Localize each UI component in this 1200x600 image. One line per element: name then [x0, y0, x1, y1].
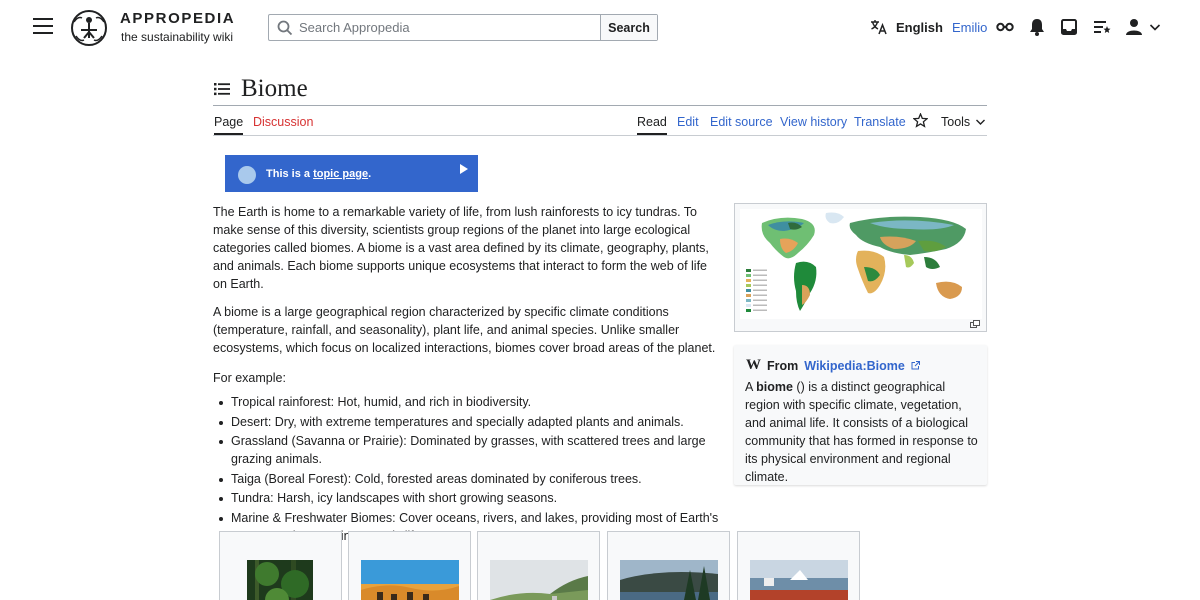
wikipedia-source-heading: W From Wikipedia:Biome: [746, 357, 920, 374]
biome-map-thumbnail: [734, 203, 987, 332]
biome-world-map-image[interactable]: [740, 209, 982, 319]
tab-discussion[interactable]: Discussion: [253, 115, 313, 129]
from-label: From: [767, 358, 799, 373]
username-link[interactable]: Emilio: [952, 20, 987, 35]
wikipedia-excerpt-box: W From Wikipedia:Biome A biome () is a d…: [734, 345, 987, 485]
globe-icon: [238, 166, 256, 184]
page-title: Biome: [241, 75, 308, 102]
list-item: Tropical rainforest: Hot, humid, and ric…: [219, 393, 723, 411]
excerpt-text-rest: () is a distinct geographical region wit…: [745, 380, 978, 484]
rainforest-image[interactable]: [247, 560, 313, 600]
chevron-down-icon[interactable]: [1149, 17, 1161, 37]
tab-edit[interactable]: Edit: [677, 115, 699, 129]
play-icon[interactable]: [460, 164, 468, 174]
bell-icon[interactable]: [1027, 17, 1047, 37]
wikipedia-w-icon: W: [746, 357, 761, 373]
taiga-image[interactable]: [620, 560, 718, 600]
gallery-item-grassland: [477, 531, 600, 600]
search-form: Search: [268, 14, 658, 41]
menu-icon[interactable]: [33, 18, 53, 34]
tools-chevron-down-icon[interactable]: [975, 116, 986, 128]
examples-list: Tropical rainforest: Hot, humid, and ric…: [213, 393, 723, 545]
topic-page-link[interactable]: topic page: [313, 168, 368, 180]
table-of-contents-icon[interactable]: [214, 82, 230, 96]
wikipedia-excerpt-text: A biome () is a distinct geographical re…: [745, 378, 981, 486]
user-icon[interactable]: [1124, 17, 1144, 37]
translate-icon: [871, 20, 887, 35]
wikipedia-biome-link[interactable]: Wikipedia:Biome: [804, 359, 905, 373]
language-selector[interactable]: English: [870, 19, 943, 35]
enlarge-icon[interactable]: [970, 320, 980, 328]
list-item: Tundra: Harsh, icy landscapes with short…: [219, 489, 723, 507]
contributions-icon[interactable]: [1092, 17, 1112, 37]
topic-page-banner: This is a topic page.: [225, 155, 478, 192]
desert-image[interactable]: [361, 560, 459, 600]
star-icon[interactable]: [913, 113, 928, 128]
tab-read[interactable]: Read: [637, 115, 667, 135]
grassland-image[interactable]: [490, 560, 588, 600]
language-label: English: [896, 19, 943, 35]
banner-text-suffix: .: [368, 168, 372, 180]
watchlist-icon[interactable]: [995, 17, 1015, 37]
excerpt-bold-term: biome: [756, 380, 793, 394]
gallery-item-taiga: [607, 531, 730, 600]
tab-page[interactable]: Page: [214, 115, 244, 135]
excerpt-text-start: A: [745, 380, 757, 394]
examples-intro: For example:: [213, 371, 286, 385]
paragraph-definition: A biome is a large geographical region c…: [213, 305, 716, 355]
list-item: Desert: Dry, with extreme temperatures a…: [219, 413, 723, 431]
external-link-icon: [911, 361, 920, 370]
search-input[interactable]: [269, 15, 600, 40]
list-item: Grassland (Savanna or Prairie): Dominate…: [219, 432, 723, 468]
banner-text-prefix: This is a: [266, 168, 314, 180]
tabs-divider: [213, 135, 987, 136]
search-button[interactable]: Search: [600, 15, 657, 40]
article-content: The Earth is home to a remarkable variet…: [213, 203, 723, 546]
gallery-item-tundra: [737, 531, 860, 600]
tab-edit-source[interactable]: Edit source: [710, 115, 773, 129]
site-header: APPROPEDIA the sustainability wiki Searc…: [0, 0, 1200, 54]
site-tagline: the sustainability wiki: [121, 30, 234, 44]
tab-tools[interactable]: Tools: [941, 115, 970, 129]
site-name[interactable]: APPROPEDIA: [120, 10, 235, 27]
search-icon: [277, 20, 293, 36]
tundra-image[interactable]: [750, 560, 848, 600]
gallery-item-desert: [348, 531, 471, 600]
list-item: Taiga (Boreal Forest): Cold, forested ar…: [219, 470, 723, 488]
paragraph-intro: The Earth is home to a remarkable variet…: [213, 205, 709, 291]
title-divider: [213, 105, 987, 106]
gallery-item-rainforest: [219, 531, 342, 600]
tab-translate[interactable]: Translate: [854, 115, 906, 129]
inbox-icon[interactable]: [1059, 17, 1079, 37]
banner-text: This is a topic page.: [266, 168, 371, 180]
tab-view-history[interactable]: View history: [780, 115, 847, 129]
appropedia-logo-icon[interactable]: [68, 8, 110, 48]
